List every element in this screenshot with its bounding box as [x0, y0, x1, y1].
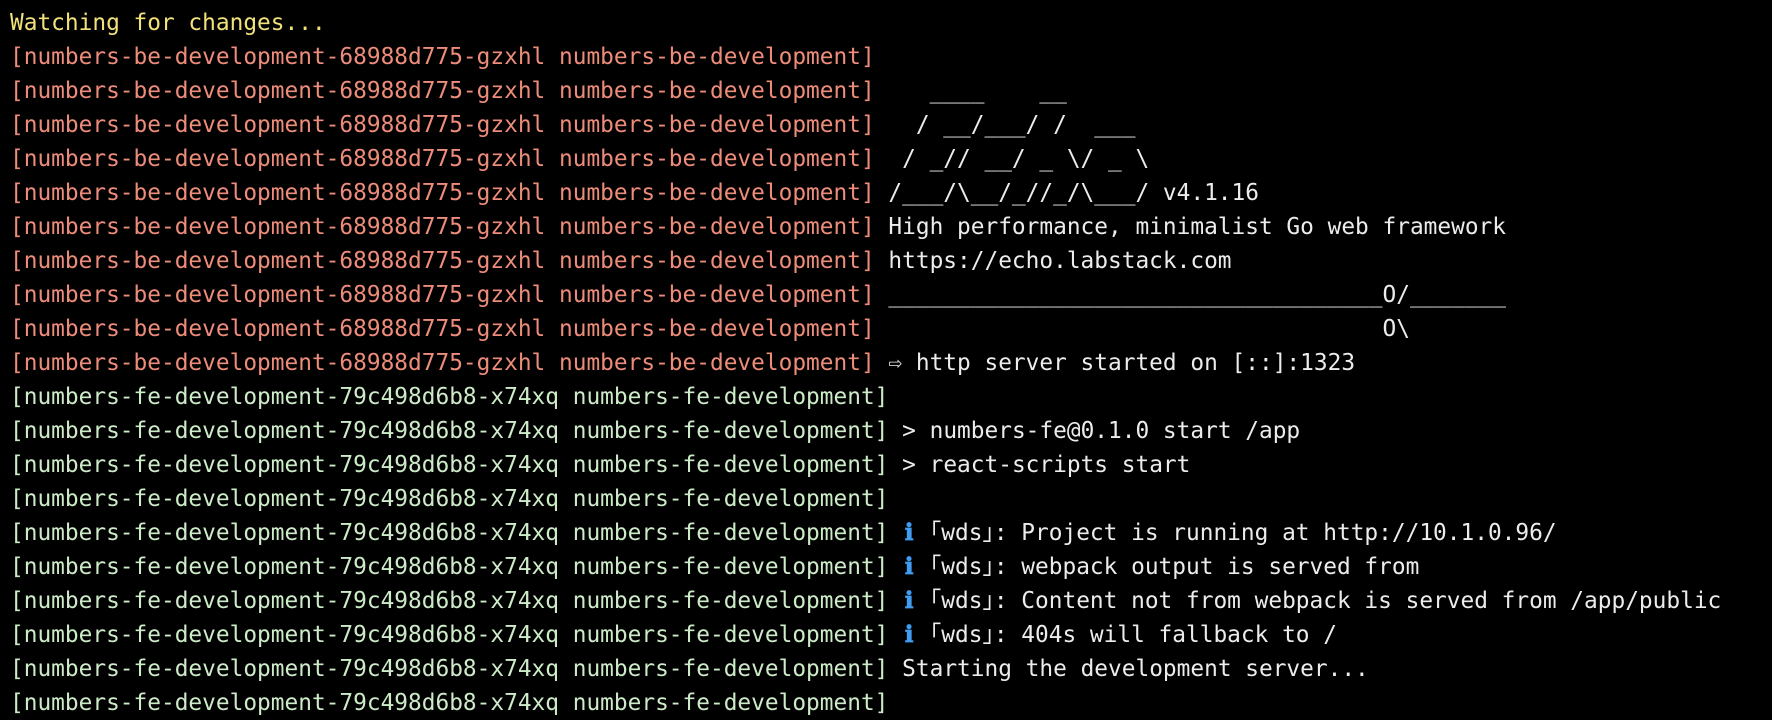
fe-log-message: ℹ ｢wds｣: Project is running at http://10… [888, 520, 1557, 546]
fe-log-message: ℹ ｢wds｣: Content not from webpack is ser… [888, 588, 1721, 614]
fe-log-message: Starting the development server... [902, 656, 1369, 682]
fe-log-line: [numbers-fe-development-79c498d6b8-x74xq… [10, 516, 1772, 550]
fe-log-message [888, 384, 902, 410]
fe-pod-prefix: [numbers-fe-development-79c498d6b8-x74xq… [10, 486, 889, 512]
info-icon: ℹ [904, 622, 914, 648]
wds-label: ｢wds｣: [929, 520, 1022, 546]
be-log-message: ⇨ http server started on [::]:1323 [888, 350, 1356, 376]
fe-pod-prefix: [numbers-fe-development-79c498d6b8-x74xq… [10, 588, 889, 614]
be-log-message: / _// __/ _ \/ _ \ [888, 146, 1150, 172]
be-pod-prefix: [numbers-be-development-68988d775-gzxhl … [10, 112, 875, 138]
be-log-line: [numbers-be-development-68988d775-gzxhl … [10, 312, 1772, 346]
be-log-message: ____ __ [888, 78, 1067, 104]
be-pod-prefix: [numbers-be-development-68988d775-gzxhl … [10, 316, 875, 342]
info-icon: ℹ [904, 554, 914, 580]
fe-pod-prefix: [numbers-fe-development-79c498d6b8-x74xq… [10, 622, 889, 648]
be-log-message: O\ [888, 316, 1410, 342]
fe-pod-prefix: [numbers-fe-development-79c498d6b8-x74xq… [10, 452, 889, 478]
wds-label: ｢wds｣: [929, 622, 1022, 648]
info-icon: ℹ [904, 588, 914, 614]
be-log-line: [numbers-be-development-68988d775-gzxhl … [10, 40, 1772, 74]
fe-log-message: > numbers-fe@0.1.0 start /app [902, 418, 1301, 444]
be-pod-prefix: [numbers-be-development-68988d775-gzxhl … [10, 214, 875, 240]
wds-label: ｢wds｣: [929, 554, 1022, 580]
be-log-line: [numbers-be-development-68988d775-gzxhl … [10, 142, 1772, 176]
wds-label: ｢wds｣: [929, 588, 1022, 614]
fe-log-message: ℹ ｢wds｣: webpack output is served from [888, 554, 1420, 580]
be-log-line: [numbers-be-development-68988d775-gzxhl … [10, 210, 1772, 244]
be-log-message [875, 44, 889, 70]
be-pod-prefix: [numbers-be-development-68988d775-gzxhl … [10, 180, 875, 206]
be-pod-prefix: [numbers-be-development-68988d775-gzxhl … [10, 248, 875, 274]
fe-pod-prefix: [numbers-fe-development-79c498d6b8-x74xq… [10, 690, 889, 716]
be-log-line: [numbers-be-development-68988d775-gzxhl … [10, 244, 1772, 278]
fe-log-message: ℹ ｢wds｣: 404s will fallback to / [888, 622, 1337, 648]
be-log-message: / __/___/ / ___ [888, 112, 1136, 138]
be-log-message: High performance, minimalist Go web fram… [888, 214, 1507, 240]
fe-log-line: [numbers-fe-development-79c498d6b8-x74xq… [10, 482, 1772, 516]
fe-pod-prefix: [numbers-fe-development-79c498d6b8-x74xq… [10, 554, 889, 580]
fe-log-line: [numbers-fe-development-79c498d6b8-x74xq… [10, 414, 1772, 448]
be-pod-prefix: [numbers-be-development-68988d775-gzxhl … [10, 350, 875, 376]
be-log-message: ____________________________________O/__… [888, 282, 1507, 308]
be-log-message: /___/\__/_//_/\___/ v4.1.16 [888, 180, 1259, 206]
be-log-line: [numbers-be-development-68988d775-gzxhl … [10, 74, 1772, 108]
fe-log-line: [numbers-fe-development-79c498d6b8-x74xq… [10, 380, 1772, 414]
be-pod-prefix: [numbers-be-development-68988d775-gzxhl … [10, 44, 875, 70]
fe-pod-prefix: [numbers-fe-development-79c498d6b8-x74xq… [10, 520, 889, 546]
fe-log-line: [numbers-fe-development-79c498d6b8-x74xq… [10, 686, 1772, 720]
terminal-window[interactable]: Watching for changes... [numbers-be-deve… [0, 0, 1772, 718]
fe-pod-prefix: [numbers-fe-development-79c498d6b8-x74xq… [10, 656, 889, 682]
be-pod-prefix: [numbers-be-development-68988d775-gzxhl … [10, 146, 875, 172]
be-log-line: [numbers-be-development-68988d775-gzxhl … [10, 108, 1772, 142]
fe-pod-prefix: [numbers-fe-development-79c498d6b8-x74xq… [10, 384, 889, 410]
info-icon: ℹ [904, 520, 914, 546]
be-pod-prefix: [numbers-be-development-68988d775-gzxhl … [10, 282, 875, 308]
fe-log-line: [numbers-fe-development-79c498d6b8-x74xq… [10, 550, 1772, 584]
fe-log-line: [numbers-fe-development-79c498d6b8-x74xq… [10, 652, 1772, 686]
fe-log-message: > react-scripts start [902, 452, 1191, 478]
fe-pod-prefix: [numbers-fe-development-79c498d6b8-x74xq… [10, 418, 889, 444]
fe-log-line: [numbers-fe-development-79c498d6b8-x74xq… [10, 584, 1772, 618]
be-log-line: [numbers-be-development-68988d775-gzxhl … [10, 278, 1772, 312]
be-log-line: [numbers-be-development-68988d775-gzxhl … [10, 176, 1772, 210]
be-pod-prefix: [numbers-be-development-68988d775-gzxhl … [10, 78, 875, 104]
be-log-message: https://echo.labstack.com [888, 248, 1232, 274]
fe-log-line: [numbers-fe-development-79c498d6b8-x74xq… [10, 618, 1772, 652]
fe-log-line: [numbers-fe-development-79c498d6b8-x74xq… [10, 448, 1772, 482]
watch-status-line: Watching for changes... [10, 10, 326, 36]
fe-log-message [888, 486, 902, 512]
be-log-line: [numbers-be-development-68988d775-gzxhl … [10, 346, 1772, 380]
fe-log-message [888, 690, 902, 716]
